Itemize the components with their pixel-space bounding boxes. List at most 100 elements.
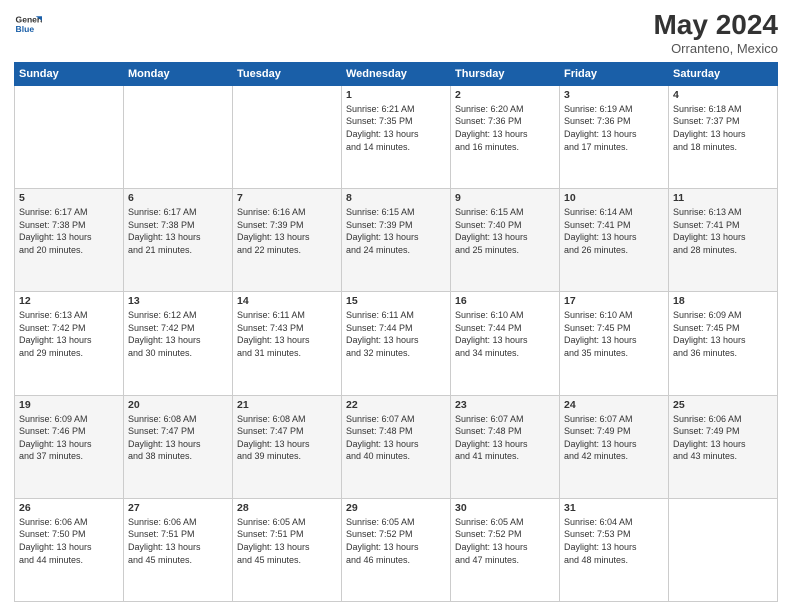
day-info: Sunrise: 6:10 AM Sunset: 7:45 PM Dayligh… — [564, 309, 664, 359]
day-number: 4 — [673, 89, 773, 101]
calendar-header-cell: Saturday — [669, 62, 778, 85]
day-info: Sunrise: 6:07 AM Sunset: 7:48 PM Dayligh… — [346, 413, 446, 463]
day-number: 3 — [564, 89, 664, 101]
day-info: Sunrise: 6:13 AM Sunset: 7:42 PM Dayligh… — [19, 309, 119, 359]
day-info: Sunrise: 6:05 AM Sunset: 7:52 PM Dayligh… — [455, 516, 555, 566]
day-number: 2 — [455, 89, 555, 101]
day-number: 14 — [237, 295, 337, 307]
calendar-day-cell: 4 Sunrise: 6:18 AM Sunset: 7:37 PM Daylig… — [669, 85, 778, 188]
day-info: Sunrise: 6:16 AM Sunset: 7:39 PM Dayligh… — [237, 206, 337, 256]
day-number: 23 — [455, 399, 555, 411]
main-title: May 2024 — [653, 10, 778, 41]
day-info: Sunrise: 6:07 AM Sunset: 7:49 PM Dayligh… — [564, 413, 664, 463]
day-info: Sunrise: 6:11 AM Sunset: 7:44 PM Dayligh… — [346, 309, 446, 359]
day-number: 28 — [237, 502, 337, 514]
calendar-day-cell: 2 Sunrise: 6:20 AM Sunset: 7:36 PM Daylig… — [451, 85, 560, 188]
calendar-day-cell: 20 Sunrise: 6:08 AM Sunset: 7:47 PM Dayli… — [124, 395, 233, 498]
calendar-day-cell: 29 Sunrise: 6:05 AM Sunset: 7:52 PM Dayli… — [342, 498, 451, 601]
calendar-week-row: 1Sunrise: 6:21 AM Sunset: 7:35 PM Daylig… — [15, 85, 778, 188]
day-info: Sunrise: 6:06 AM Sunset: 7:51 PM Dayligh… — [128, 516, 228, 566]
day-number: 25 — [673, 399, 773, 411]
day-info: Sunrise: 6:06 AM Sunset: 7:50 PM Dayligh… — [19, 516, 119, 566]
day-info: Sunrise: 6:19 AM Sunset: 7:36 PM Dayligh… — [564, 103, 664, 153]
calendar-header-cell: Tuesday — [233, 62, 342, 85]
calendar-week-row: 19 Sunrise: 6:09 AM Sunset: 7:46 PM Dayli… — [15, 395, 778, 498]
day-number: 24 — [564, 399, 664, 411]
day-info: Sunrise: 6:05 AM Sunset: 7:52 PM Dayligh… — [346, 516, 446, 566]
day-info: Sunrise: 6:15 AM Sunset: 7:40 PM Dayligh… — [455, 206, 555, 256]
day-number: 30 — [455, 502, 555, 514]
day-info: Sunrise: 6:14 AM Sunset: 7:41 PM Dayligh… — [564, 206, 664, 256]
day-number: 18 — [673, 295, 773, 307]
day-info: Sunrise: 6:06 AM Sunset: 7:49 PM Dayligh… — [673, 413, 773, 463]
calendar-day-cell: 31 Sunrise: 6:04 AM Sunset: 7:53 PM Dayli… — [560, 498, 669, 601]
day-info: Sunrise: 6:13 AM Sunset: 7:41 PM Dayligh… — [673, 206, 773, 256]
logo-icon: General Blue — [14, 10, 42, 38]
calendar-day-cell: 26 Sunrise: 6:06 AM Sunset: 7:50 PM Dayli… — [15, 498, 124, 601]
day-number: 10 — [564, 192, 664, 204]
day-number: 13 — [128, 295, 228, 307]
day-info: Sunrise: 6:11 AM Sunset: 7:43 PM Dayligh… — [237, 309, 337, 359]
day-number: 31 — [564, 502, 664, 514]
page: General Blue May 2024 Orranteno, Mexico … — [0, 0, 792, 612]
day-number: 7 — [237, 192, 337, 204]
day-number: 11 — [673, 192, 773, 204]
calendar-day-cell: 18 Sunrise: 6:09 AM Sunset: 7:45 PM Dayli… — [669, 292, 778, 395]
day-number: 17 — [564, 295, 664, 307]
calendar-week-row: 12 Sunrise: 6:13 AM Sunset: 7:42 PM Dayli… — [15, 292, 778, 395]
day-info: Sunrise: 6:17 AM Sunset: 7:38 PM Dayligh… — [19, 206, 119, 256]
calendar-day-cell: 5 Sunrise: 6:17 AM Sunset: 7:38 PM Daylig… — [15, 189, 124, 292]
day-info: Sunrise: 6:21 AM Sunset: 7:35 PM Dayligh… — [346, 103, 446, 153]
calendar-day-cell — [15, 85, 124, 188]
day-info: Sunrise: 6:07 AM Sunset: 7:48 PM Dayligh… — [455, 413, 555, 463]
day-info: Sunrise: 6:10 AM Sunset: 7:44 PM Dayligh… — [455, 309, 555, 359]
calendar-header-cell: Monday — [124, 62, 233, 85]
day-info: Sunrise: 6:04 AM Sunset: 7:53 PM Dayligh… — [564, 516, 664, 566]
calendar-day-cell: 15 Sunrise: 6:11 AM Sunset: 7:44 PM Dayli… — [342, 292, 451, 395]
calendar-day-cell: 11 Sunrise: 6:13 AM Sunset: 7:41 PM Dayli… — [669, 189, 778, 292]
calendar-day-cell: 28Sunrise: 6:05 AM Sunset: 7:51 PM Dayli… — [233, 498, 342, 601]
day-number: 15 — [346, 295, 446, 307]
calendar-day-cell — [233, 85, 342, 188]
day-info: Sunrise: 6:15 AM Sunset: 7:39 PM Dayligh… — [346, 206, 446, 256]
calendar-day-cell: 12 Sunrise: 6:13 AM Sunset: 7:42 PM Dayli… — [15, 292, 124, 395]
day-number: 5 — [19, 192, 119, 204]
day-number: 29 — [346, 502, 446, 514]
day-number: 22 — [346, 399, 446, 411]
calendar-header-cell: Sunday — [15, 62, 124, 85]
day-info: Sunrise: 6:12 AM Sunset: 7:42 PM Dayligh… — [128, 309, 228, 359]
day-info: Sunrise: 6:09 AM Sunset: 7:46 PM Dayligh… — [19, 413, 119, 463]
calendar-week-row: 26 Sunrise: 6:06 AM Sunset: 7:50 PM Dayli… — [15, 498, 778, 601]
calendar-day-cell — [669, 498, 778, 601]
calendar-day-cell: 1Sunrise: 6:21 AM Sunset: 7:35 PM Daylig… — [342, 85, 451, 188]
calendar-day-cell: 27Sunrise: 6:06 AM Sunset: 7:51 PM Dayli… — [124, 498, 233, 601]
day-number: 9 — [455, 192, 555, 204]
day-number: 26 — [19, 502, 119, 514]
calendar-day-cell: 7 Sunrise: 6:16 AM Sunset: 7:39 PM Daylig… — [233, 189, 342, 292]
day-info: Sunrise: 6:20 AM Sunset: 7:36 PM Dayligh… — [455, 103, 555, 153]
calendar-day-cell: 17 Sunrise: 6:10 AM Sunset: 7:45 PM Dayli… — [560, 292, 669, 395]
day-info: Sunrise: 6:18 AM Sunset: 7:37 PM Dayligh… — [673, 103, 773, 153]
day-info: Sunrise: 6:09 AM Sunset: 7:45 PM Dayligh… — [673, 309, 773, 359]
calendar-day-cell: 3 Sunrise: 6:19 AM Sunset: 7:36 PM Daylig… — [560, 85, 669, 188]
day-number: 12 — [19, 295, 119, 307]
calendar-header-cell: Wednesday — [342, 62, 451, 85]
day-number: 6 — [128, 192, 228, 204]
subtitle: Orranteno, Mexico — [653, 41, 778, 56]
calendar-day-cell: 8 Sunrise: 6:15 AM Sunset: 7:39 PM Daylig… — [342, 189, 451, 292]
header: General Blue May 2024 Orranteno, Mexico — [14, 10, 778, 56]
day-number: 8 — [346, 192, 446, 204]
day-info: Sunrise: 6:08 AM Sunset: 7:47 PM Dayligh… — [128, 413, 228, 463]
calendar-day-cell: 13 Sunrise: 6:12 AM Sunset: 7:42 PM Dayli… — [124, 292, 233, 395]
calendar-day-cell: 6 Sunrise: 6:17 AM Sunset: 7:38 PM Daylig… — [124, 189, 233, 292]
calendar-day-cell: 21Sunrise: 6:08 AM Sunset: 7:47 PM Dayli… — [233, 395, 342, 498]
calendar-header-row: SundayMondayTuesdayWednesdayThursdayFrid… — [15, 62, 778, 85]
calendar-day-cell: 19 Sunrise: 6:09 AM Sunset: 7:46 PM Dayli… — [15, 395, 124, 498]
day-info: Sunrise: 6:17 AM Sunset: 7:38 PM Dayligh… — [128, 206, 228, 256]
calendar-body: 1Sunrise: 6:21 AM Sunset: 7:35 PM Daylig… — [15, 85, 778, 601]
logo: General Blue — [14, 10, 42, 38]
day-number: 20 — [128, 399, 228, 411]
day-number: 19 — [19, 399, 119, 411]
calendar-day-cell: 22 Sunrise: 6:07 AM Sunset: 7:48 PM Dayli… — [342, 395, 451, 498]
calendar-header-cell: Friday — [560, 62, 669, 85]
